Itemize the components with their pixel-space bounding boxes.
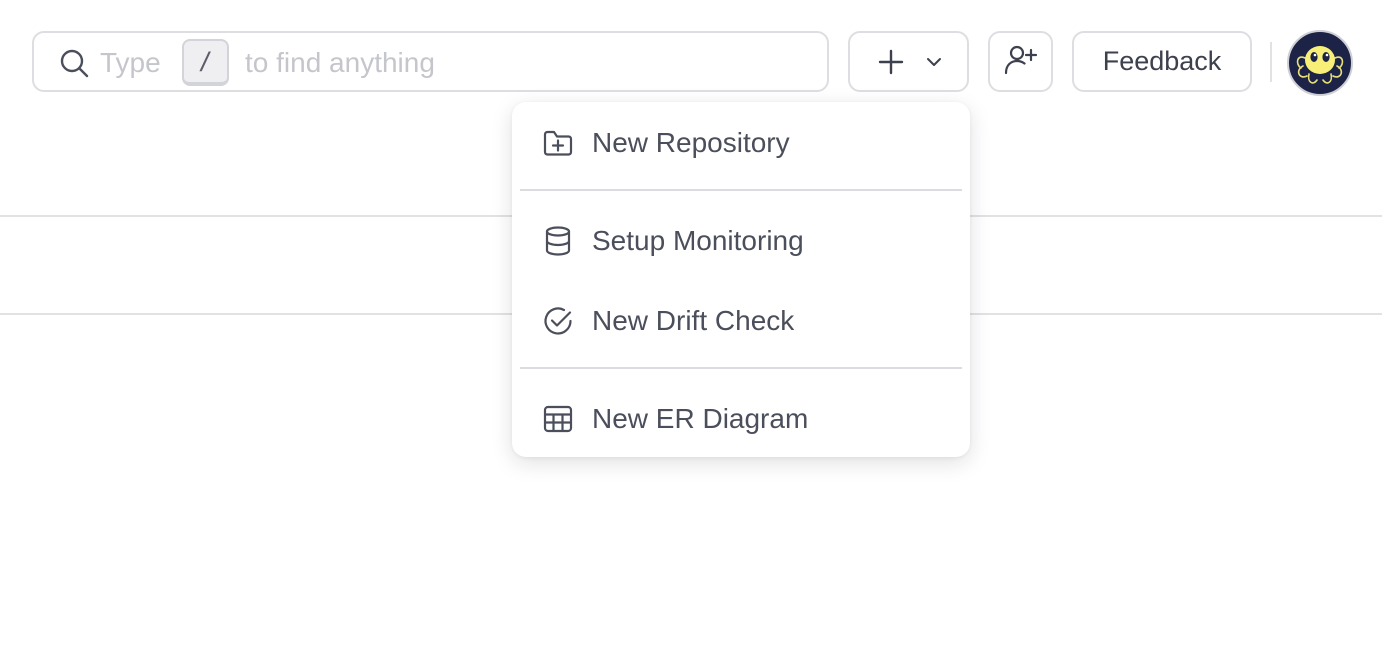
folder-plus-icon bbox=[542, 127, 574, 159]
create-dropdown-menu: New Repository Setup Monitoring New Drif… bbox=[512, 102, 970, 457]
feedback-button[interactable]: Feedback bbox=[1072, 31, 1252, 92]
menu-divider bbox=[520, 189, 962, 191]
menu-item-new-er-diagram[interactable]: New ER Diagram bbox=[520, 385, 962, 451]
menu-item-new-drift-check[interactable]: New Drift Check bbox=[520, 287, 962, 353]
circle-check-icon bbox=[542, 305, 574, 337]
menu-divider bbox=[520, 367, 962, 369]
search-icon bbox=[58, 47, 90, 79]
search-input[interactable]: Type / to find anything bbox=[32, 31, 829, 92]
database-icon bbox=[542, 225, 574, 257]
chevron-down-icon bbox=[927, 58, 941, 66]
menu-item-label: New ER Diagram bbox=[592, 403, 809, 434]
invite-user-button[interactable] bbox=[988, 31, 1053, 92]
plus-icon bbox=[878, 49, 904, 75]
search-placeholder-rest: to find anything bbox=[245, 47, 435, 78]
user-plus-icon bbox=[1004, 45, 1038, 75]
table-icon bbox=[542, 403, 574, 435]
menu-item-label: New Repository bbox=[592, 127, 790, 158]
menu-item-label: New Drift Check bbox=[592, 305, 795, 336]
page: Type / to find anything Feedback New Rep… bbox=[0, 0, 1382, 646]
avatar-image bbox=[1287, 30, 1353, 96]
search-placeholder: Type bbox=[100, 47, 161, 78]
menu-item-setup-monitoring[interactable]: Setup Monitoring bbox=[520, 207, 962, 273]
menu-item-label: Setup Monitoring bbox=[592, 225, 804, 256]
search-shortcut-key: / bbox=[182, 39, 229, 86]
create-menu-button[interactable] bbox=[848, 31, 969, 92]
menu-item-new-repository[interactable]: New Repository bbox=[520, 109, 962, 175]
avatar[interactable] bbox=[1287, 30, 1353, 96]
toolbar-separator bbox=[1270, 42, 1272, 82]
